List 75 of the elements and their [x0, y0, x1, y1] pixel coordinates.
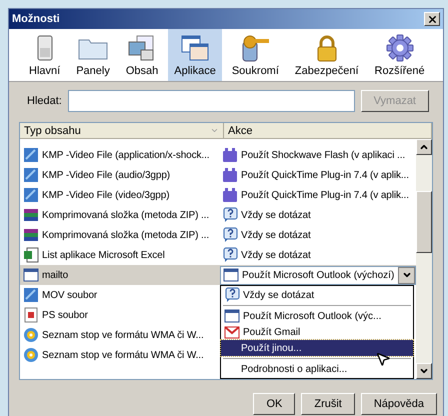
content-type-text: mailto	[42, 270, 68, 280]
menu-item[interactable]: Použít jinou...	[221, 340, 413, 356]
toolbar-tab[interactable]: Hlavní	[23, 29, 66, 81]
toolbar-tab[interactable]: Panely	[70, 29, 116, 81]
scrollbar[interactable]	[416, 139, 432, 379]
menu-item[interactable]: Použít Microsoft Outlook (výc...	[221, 308, 413, 324]
table-row[interactable]: mailto Použít Microsoft Outlook (výchozí)	[20, 265, 416, 285]
action-dropdown[interactable]: Použít Microsoft Outlook (výchozí)	[220, 266, 416, 284]
table-row[interactable]: List aplikace Microsoft Excel Vždy se dotázat	[20, 245, 416, 265]
content-type-text: MOV soubor	[42, 290, 98, 300]
mouse-pointer-icon	[375, 351, 391, 367]
video-file-icon	[23, 147, 39, 163]
dialog-button[interactable]: Zrušit	[301, 393, 355, 415]
plugin-icon	[222, 167, 238, 183]
search-field[interactable]	[68, 90, 355, 112]
content-type-text: Seznam stop ve formátu WMA či W...	[42, 330, 204, 340]
menu-item[interactable]: Použít Gmail	[221, 324, 413, 340]
table-row[interactable]: Komprimovaná složka (metoda ZIP) ... Vždy se dotázat	[20, 225, 416, 245]
table-row[interactable]: Komprimovaná složka (metoda ZIP) ... Vždy se dotázat	[20, 205, 416, 225]
toolbar-tab[interactable]: Rozšířené	[368, 29, 431, 81]
action-text: Použít Shockwave Flash (v aplikaci ...	[241, 150, 406, 160]
window-icon	[224, 308, 240, 324]
content-type-text: Komprimovaná složka (metoda ZIP) ...	[42, 230, 210, 240]
sort-icon	[210, 126, 219, 135]
media-disc-icon	[23, 327, 39, 343]
window-title: Možnosti	[12, 13, 60, 25]
video-file-icon	[23, 287, 39, 303]
scroll-down-icon[interactable]	[416, 363, 432, 379]
action-text: Použít QuickTime Plug-in 7.4 (v aplik...	[241, 170, 409, 180]
content-type-text: KMP -Video File (audio/3gpp)	[42, 170, 170, 180]
content-type-text: KMP -Video File (video/3gpp)	[42, 190, 170, 200]
toolbar-tab[interactable]: Soukromí	[226, 29, 285, 81]
action-text: Vždy se dotázat	[241, 210, 311, 220]
dialog-button[interactable]: OK	[253, 393, 296, 415]
window-icon	[23, 267, 39, 283]
column-header[interactable]: Akce	[224, 123, 432, 139]
question-bubble-icon	[222, 247, 238, 263]
column-header[interactable]: Typ obsahu	[20, 123, 224, 139]
windows-icon	[180, 34, 210, 62]
action-text: Vždy se dotázat	[241, 230, 311, 240]
archive-books-icon	[23, 207, 39, 223]
scroll-up-icon[interactable]	[416, 139, 432, 155]
close-button[interactable]	[424, 12, 440, 26]
toolbar-tab[interactable]: Zabezpečení	[288, 29, 365, 81]
search-label: Hledat:	[27, 95, 62, 107]
video-file-icon	[23, 167, 39, 183]
spreadsheet-icon	[23, 247, 39, 263]
toolbar-tab[interactable]: Obsah	[120, 29, 164, 81]
table-row[interactable]: KMP -Video File (application/x-shock... Použít Shockwave Flash (v aplikaci ...	[20, 145, 416, 165]
question-bubble-icon	[222, 207, 238, 223]
plugin-icon	[222, 147, 238, 163]
archive-books-icon	[23, 227, 39, 243]
question-bubble-icon	[224, 287, 240, 303]
action-text: Vždy se dotázat	[241, 250, 311, 260]
toolbar-tab[interactable]: Aplikace	[168, 29, 222, 81]
table-row[interactable]: KMP -Video File (video/3gpp) Použít QuickTime Plug-in 7.4 (v aplik...	[20, 185, 416, 205]
menu-item[interactable]: Vždy se dotázat	[221, 287, 413, 303]
content-type-text: Komprimovaná složka (metoda ZIP) ...	[42, 210, 210, 220]
content-type-text: PS soubor	[42, 310, 88, 320]
dialog-button[interactable]: Nápověda	[360, 393, 437, 415]
question-bubble-icon	[222, 227, 238, 243]
video-file-icon	[23, 187, 39, 203]
document-icon	[23, 307, 39, 323]
plugin-icon	[222, 187, 238, 203]
envelope-icon	[224, 324, 240, 340]
table-row[interactable]: KMP -Video File (audio/3gpp) Použít QuickTime Plug-in 7.4 (v aplik...	[20, 165, 416, 185]
menu-item[interactable]: Podrobnosti o aplikaci...	[221, 361, 413, 377]
action-text: Použít QuickTime Plug-in 7.4 (v aplik...	[241, 190, 409, 200]
scrollbar-thumb[interactable]	[416, 191, 432, 253]
content-type-text: Seznam stop ve formátu WMA či W...	[42, 350, 204, 360]
content-type-text: KMP -Video File (application/x-shock...	[42, 150, 210, 160]
close-icon	[426, 14, 438, 24]
window-icon	[223, 267, 239, 283]
content-type-text: List aplikace Microsoft Excel	[42, 250, 165, 260]
media-disc-icon	[23, 347, 39, 363]
